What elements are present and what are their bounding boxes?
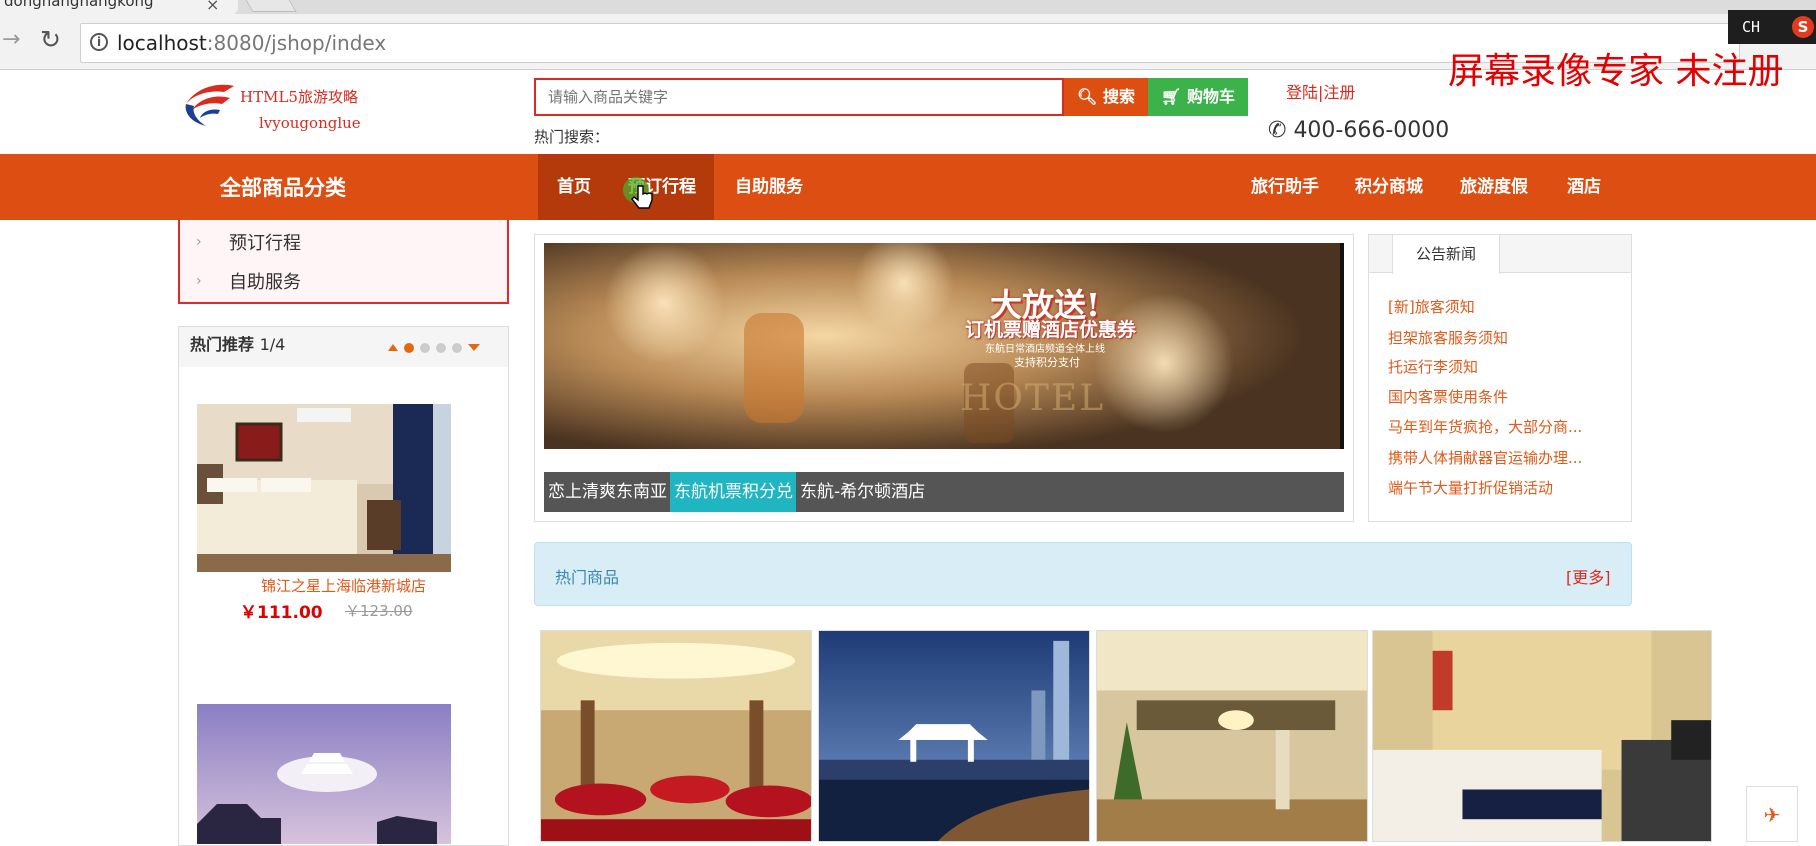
search-box[interactable] xyxy=(534,78,1064,116)
category-item-booking[interactable]: 预订行程 xyxy=(229,229,301,255)
cart-button-label: 购物车 xyxy=(1186,87,1235,106)
hot-search-label: 热门搜索： xyxy=(534,128,610,146)
pager-dot[interactable] xyxy=(452,343,462,353)
news-item[interactable]: 携带人体捐献器官运输办理... xyxy=(1388,447,1582,468)
nav-hotel[interactable]: 酒店 xyxy=(1556,154,1612,220)
all-categories-menu[interactable]: 全部商品分类 xyxy=(220,172,346,202)
browser-tab[interactable]: donghanghangkong xyxy=(0,0,238,14)
news-item[interactable]: 担架旅客服务须知 xyxy=(1388,327,1508,348)
search-button[interactable]: 🔍︎ 搜索 xyxy=(1064,78,1148,116)
hot-recommend-label: 热门推荐 xyxy=(190,335,255,354)
nav-points-mall[interactable]: 积分商城 xyxy=(1348,154,1430,220)
hot-goods-bar xyxy=(534,542,1632,606)
chevron-right-icon: › xyxy=(196,273,202,289)
search-button-label: 搜索 xyxy=(1102,87,1135,106)
hand-cursor-icon xyxy=(623,177,653,209)
harbor-night-image[interactable] xyxy=(818,630,1090,842)
hotel-room-image[interactable] xyxy=(197,404,451,572)
promo-hotel-text: HOTEL xyxy=(960,378,1106,419)
news-item[interactable]: [新]旅客须知 xyxy=(1388,296,1475,317)
new-tab-button[interactable] xyxy=(243,0,297,12)
back-to-top-button[interactable]: ✈ xyxy=(1746,786,1798,842)
info-icon[interactable]: i xyxy=(90,33,108,51)
category-item-self-service[interactable]: 自助服务 xyxy=(229,268,301,294)
chevron-right-icon: › xyxy=(196,234,202,250)
news-item[interactable]: 马年到年货疯抢，大部分商... xyxy=(1388,416,1582,437)
phone-number: 400-666-0000 xyxy=(1293,118,1450,143)
hotel-lobby-image[interactable] xyxy=(1096,630,1368,842)
category-dropdown xyxy=(178,220,509,304)
hotline: ✆ 400-666-0000 xyxy=(1268,118,1449,143)
logo-subtitle[interactable]: lvyougonglue xyxy=(259,114,361,132)
temple-image[interactable] xyxy=(197,704,451,844)
nav-vacation[interactable]: 旅游度假 xyxy=(1452,154,1536,220)
url-host: localhost xyxy=(117,31,207,55)
tab-close-icon[interactable]: × xyxy=(206,0,219,14)
recommend-item-old-price: ￥123.00 xyxy=(345,602,413,620)
search-input[interactable] xyxy=(536,80,1062,114)
pager-dot[interactable] xyxy=(404,343,414,353)
news-item[interactable]: 端午节大量打折促销活动 xyxy=(1388,477,1553,498)
search-icon: 🔍︎ xyxy=(1077,87,1098,106)
url-path: :8080/jshop/index xyxy=(206,31,387,55)
news-item[interactable]: 托运行李须知 xyxy=(1388,356,1478,377)
pager-prev-icon[interactable] xyxy=(388,344,398,351)
hot-recommend-title: 热门推荐 1/4 xyxy=(190,331,285,355)
recommend-item-price: ￥111.00 xyxy=(240,603,323,623)
reload-icon[interactable]: ↻ xyxy=(40,25,61,54)
pager-dot[interactable] xyxy=(436,343,446,353)
more-link[interactable]: [更多] xyxy=(1566,564,1611,588)
news-item[interactable]: 国内客票使用条件 xyxy=(1388,386,1508,407)
phone-icon: ✆ xyxy=(1268,118,1287,143)
airline-logo-icon[interactable] xyxy=(180,80,236,128)
browser-tab-title: donghanghangkong xyxy=(4,0,154,10)
carousel-tab-southeast-asia[interactable]: 恋上清爽东南亚 xyxy=(544,472,671,512)
login-register-link[interactable]: 登陆|注册 xyxy=(1286,79,1355,103)
recorder-watermark: 屏幕录像专家 未注册 xyxy=(1448,51,1784,92)
cart-icon: 🛒︎ xyxy=(1161,87,1182,106)
nav-self-service[interactable]: 自助服务 xyxy=(714,154,824,220)
carousel-tab-hilton[interactable]: 东航-希尔顿酒店 xyxy=(796,472,929,512)
hot-recommend-page: 1/4 xyxy=(259,335,286,354)
forward-arrow-icon[interactable]: → xyxy=(2,27,20,52)
promo-line-2: 支持积分支付 xyxy=(1014,356,1080,369)
banquet-hall-image[interactable] xyxy=(540,630,812,842)
pager-dot[interactable] xyxy=(420,343,430,353)
recommend-pager[interactable] xyxy=(388,338,480,357)
logo-title[interactable]: HTML5旅游攻略 xyxy=(240,86,358,107)
recommend-item-name[interactable]: 锦江之星上海临港新城店 xyxy=(178,575,509,596)
hot-goods-title: 热门商品 xyxy=(555,568,620,587)
nav-travel-assistant[interactable]: 旅行助手 xyxy=(1240,154,1330,220)
pager-next-icon[interactable] xyxy=(468,344,480,351)
tab-announcements[interactable]: 公告新闻 xyxy=(1392,235,1500,274)
airplane-icon: ✈ xyxy=(1763,803,1781,827)
promo-banner-image[interactable] xyxy=(544,243,1344,449)
promo-subtitle: 订机票赠酒店优惠券 xyxy=(965,319,1137,341)
promo-line: 东航日常酒店频道全体上线 xyxy=(985,344,1105,355)
cart-button[interactable]: 🛒︎ 购物车 xyxy=(1148,78,1248,116)
url-text[interactable]: localhost:8080/jshop/index xyxy=(117,31,386,55)
carousel-tab-points-exchange[interactable]: 东航机票积分兑 xyxy=(670,472,796,512)
sogou-ime-icon: S xyxy=(1792,16,1814,38)
carousel-strip xyxy=(544,450,1344,472)
nav-home[interactable]: 首页 xyxy=(538,154,610,220)
twin-room-image[interactable] xyxy=(1372,630,1712,842)
